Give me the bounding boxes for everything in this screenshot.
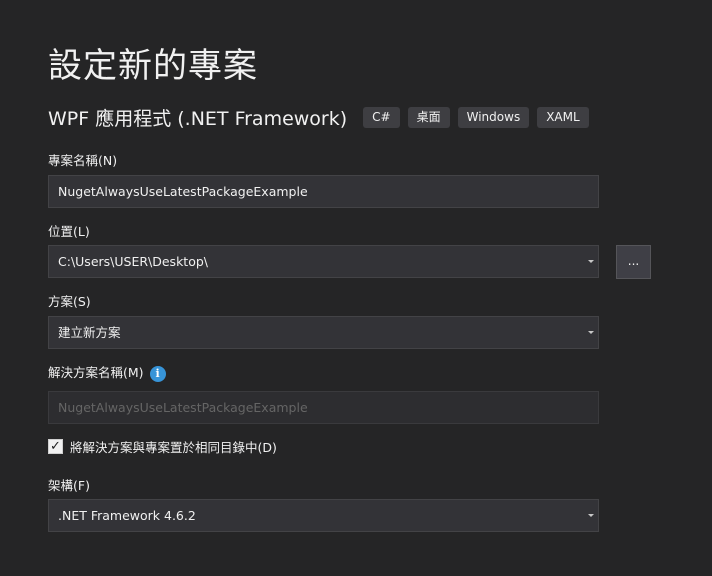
project-name-input[interactable]: NugetAlwaysUseLatestPackageExample	[48, 175, 599, 208]
framework-label: 架構(F)	[48, 478, 90, 493]
tag-platform: 桌面	[407, 106, 450, 128]
tag-os: Windows	[457, 106, 530, 128]
project-type-row: WPF 應用程式 (.NET Framework) C# 桌面 Windows …	[48, 104, 597, 130]
checkmark-icon: ✓	[50, 439, 61, 454]
location-label: 位置(L)	[48, 224, 90, 239]
chevron-down-icon[interactable]	[588, 260, 594, 263]
chevron-down-icon[interactable]	[588, 331, 594, 334]
solution-name-input: NugetAlwaysUseLatestPackageExample	[48, 391, 599, 424]
location-value: C:\Users\USER\Desktop\	[58, 254, 209, 269]
page-title: 設定新的專案	[48, 46, 258, 86]
framework-dropdown[interactable]: .NET Framework 4.6.2	[48, 499, 599, 532]
solution-name-label: 解決方案名稱(M)	[48, 365, 144, 380]
configure-project-page: 設定新的專案 WPF 應用程式 (.NET Framework) C# 桌面 W…	[0, 0, 712, 576]
solution-label: 方案(S)	[48, 294, 91, 309]
chevron-down-icon[interactable]	[588, 514, 594, 517]
solution-value: 建立新方案	[58, 325, 121, 340]
same-directory-label[interactable]: 將解決方案與專案置於相同目錄中(D)	[70, 437, 277, 456]
browse-location-button[interactable]: ...	[616, 245, 651, 279]
same-directory-checkbox[interactable]: ✓	[48, 439, 63, 454]
location-combobox[interactable]: C:\Users\USER\Desktop\	[48, 245, 599, 278]
tag-xaml: XAML	[537, 106, 589, 128]
tag-language: C#	[363, 106, 400, 128]
solution-name-value: NugetAlwaysUseLatestPackageExample	[58, 400, 308, 415]
solution-name-label-row: 解決方案名稱(M) i	[48, 362, 166, 382]
same-directory-option[interactable]: ✓ 將解決方案與專案置於相同目錄中(D)	[48, 437, 277, 456]
project-name-label: 專案名稱(N)	[48, 153, 118, 168]
info-icon[interactable]: i	[149, 365, 166, 382]
project-name-value: NugetAlwaysUseLatestPackageExample	[58, 184, 308, 199]
project-type-label: WPF 應用程式 (.NET Framework)	[48, 107, 348, 130]
framework-value: .NET Framework 4.6.2	[58, 508, 196, 523]
solution-dropdown[interactable]: 建立新方案	[48, 316, 599, 349]
